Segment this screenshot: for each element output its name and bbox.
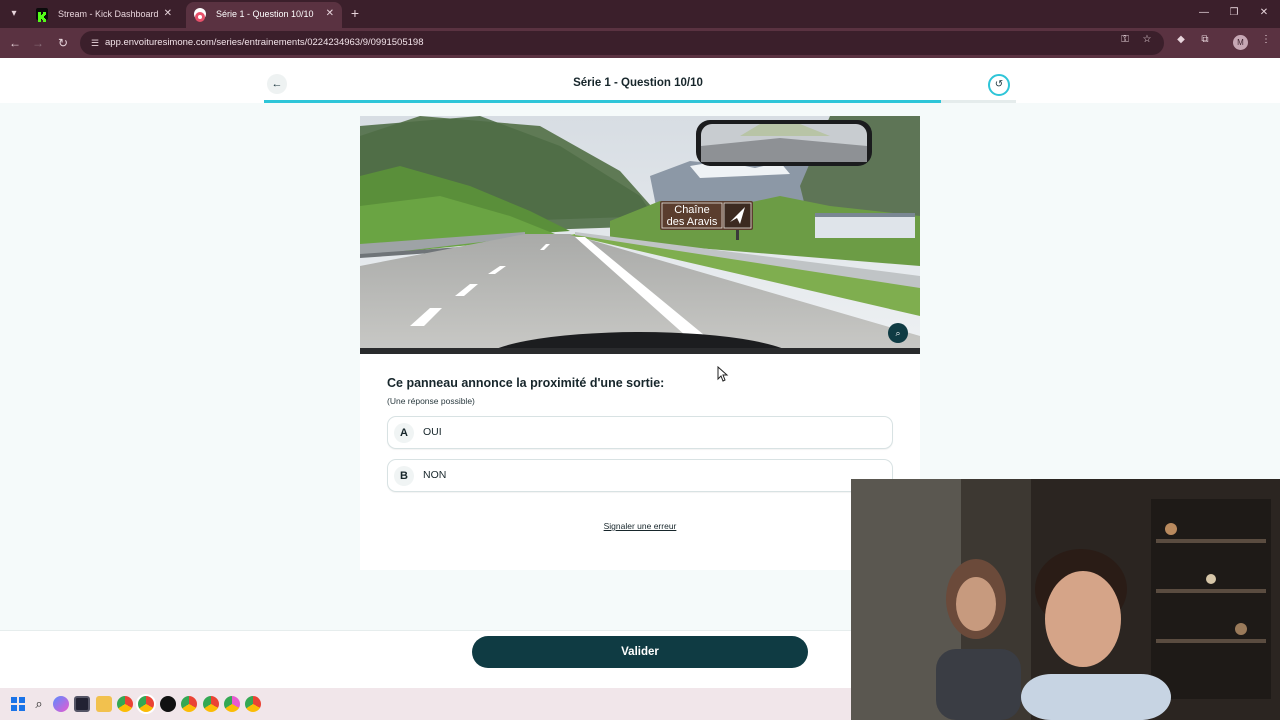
extensions-puzzle-icon[interactable]: ⧉: [1198, 33, 1212, 47]
question-hint: (Une réponse possible): [387, 396, 475, 406]
browser-toolbar: ← → ↻ ☰ app.envoituresimone.com/series/e…: [0, 28, 1280, 58]
tab-title: Série 1 - Question 10/10: [216, 9, 314, 19]
windows-start-icon[interactable]: [10, 696, 26, 712]
chrome-profile-icon[interactable]: [245, 696, 261, 712]
extension-app-icon[interactable]: ◆: [1174, 33, 1188, 47]
answer-label: NON: [423, 469, 447, 481]
validate-button[interactable]: Valider: [472, 636, 808, 668]
restart-icon: ↺: [994, 79, 1004, 90]
progress-fill: [264, 100, 941, 103]
sign-text-line1: Chaîne: [674, 204, 709, 216]
chrome-profile-icon[interactable]: [181, 696, 197, 712]
webcam-overlay: [851, 479, 1280, 720]
file-explorer-icon[interactable]: [96, 696, 112, 712]
page-title: Série 1 - Question 10/10: [573, 77, 703, 89]
tab-serie-question[interactable]: Série 1 - Question 10/10 ✕: [186, 2, 342, 28]
envoituresimone-favicon-icon: [194, 8, 206, 22]
answer-label: OUI: [423, 426, 442, 438]
question-card: Chaîne des Aravis ⌕ Ce panneau annonce l…: [360, 116, 920, 570]
search-icon[interactable]: ⌕: [31, 696, 47, 712]
tab-kick-dashboard[interactable]: Stream - Kick Dashboard ✕: [28, 2, 180, 28]
restore-window-icon[interactable]: ❐: [1227, 6, 1241, 20]
profile-avatar[interactable]: M: [1233, 35, 1248, 50]
answer-option-a[interactable]: A OUI: [387, 416, 893, 449]
magnifier-icon: ⌕: [895, 328, 901, 338]
kick-favicon-icon: [36, 8, 48, 22]
sign-text-line2: des Aravis: [667, 216, 718, 228]
chrome-profile-icon[interactable]: [224, 696, 240, 712]
obs-icon[interactable]: [160, 696, 176, 712]
answer-letter: A: [394, 423, 414, 443]
progress-bar: [264, 100, 1016, 103]
zoom-image-button[interactable]: ⌕: [888, 323, 908, 343]
quiz-header: ← Série 1 - Question 10/10 ↺: [0, 58, 1280, 103]
tab-title: Stream - Kick Dashboard: [58, 9, 159, 19]
site-info-icon[interactable]: ☰: [88, 36, 102, 50]
question-text: Ce panneau annonce la proximité d'une so…: [387, 376, 665, 390]
minimize-window-icon[interactable]: —: [1197, 6, 1211, 20]
close-tab-icon[interactable]: ✕: [326, 2, 334, 26]
close-window-icon[interactable]: ✕: [1257, 6, 1271, 20]
chrome-icon[interactable]: [117, 696, 133, 712]
reload-icon[interactable]: ↻: [55, 35, 71, 51]
password-key-icon[interactable]: ⚿: [1118, 33, 1132, 47]
road-scene-image[interactable]: Chaîne des Aravis ⌕: [360, 116, 920, 354]
copilot-icon[interactable]: [53, 696, 69, 712]
chrome-profile-icon[interactable]: [203, 696, 219, 712]
forward-arrow-icon[interactable]: →: [30, 35, 46, 51]
bookmark-star-icon[interactable]: ☆: [1140, 33, 1154, 47]
url-text[interactable]: app.envoituresimone.com/series/entrainem…: [105, 31, 423, 55]
answer-letter: B: [394, 466, 414, 486]
answer-option-b[interactable]: B NON: [387, 459, 893, 492]
restart-button[interactable]: ↺: [988, 74, 1010, 96]
chrome-active-icon[interactable]: [138, 696, 154, 712]
address-bar[interactable]: ☰ app.envoituresimone.com/series/entrain…: [80, 31, 1164, 55]
report-error-link[interactable]: Signaler une erreur: [360, 521, 920, 531]
tab-search-icon[interactable]: ▾: [6, 6, 22, 22]
browser-menu-icon[interactable]: ⋮: [1259, 33, 1273, 47]
new-tab-plus-icon[interactable]: +: [346, 4, 364, 22]
browser-tab-bar: ▾ Stream - Kick Dashboard ✕ Série 1 - Qu…: [0, 0, 1280, 28]
close-tab-icon[interactable]: ✕: [164, 2, 172, 26]
mouse-cursor-icon: [717, 366, 729, 382]
back-arrow-icon[interactable]: ←: [7, 35, 23, 51]
task-view-icon[interactable]: [74, 696, 90, 712]
